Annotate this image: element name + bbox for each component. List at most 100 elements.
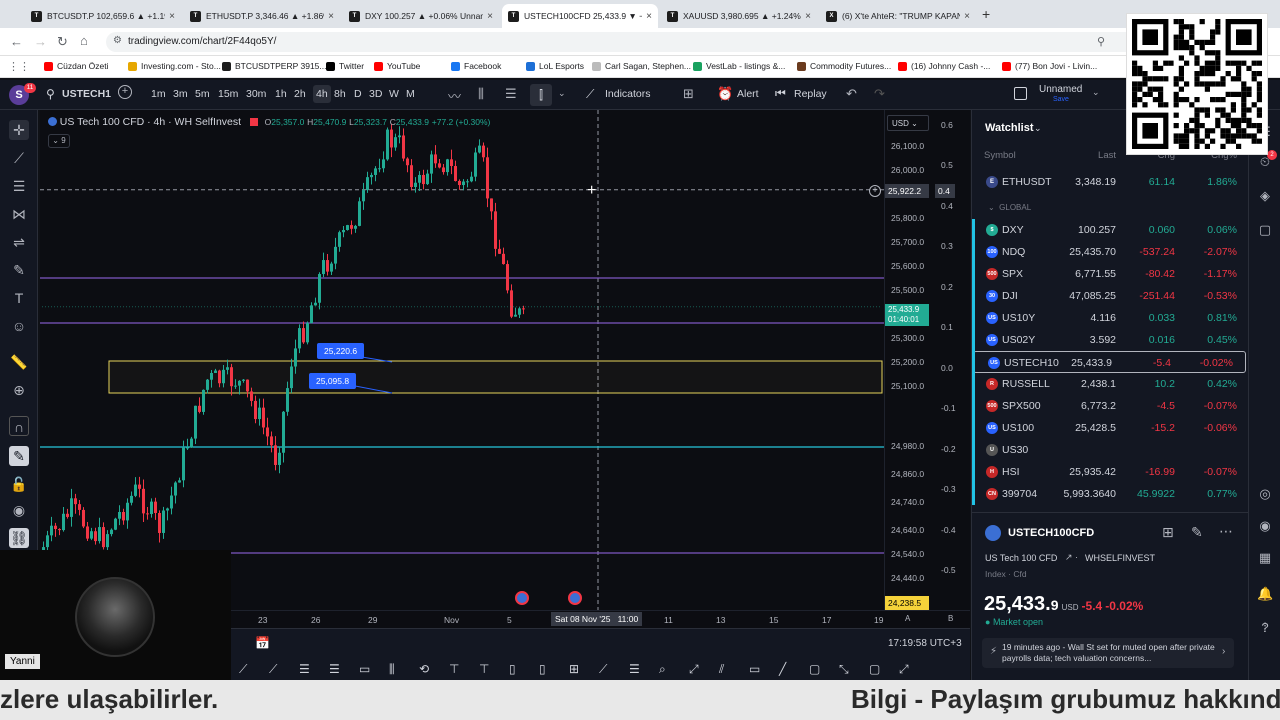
close-icon[interactable]: × [169, 11, 175, 22]
interval-4h[interactable]: 4h [313, 85, 331, 103]
bell-icon[interactable]: 🔔 [1257, 586, 1273, 602]
interval-5m[interactable]: 5m [195, 88, 210, 100]
browser-tab[interactable]: T DXY 100.257 ▲ +0.06% Unnam × [343, 4, 499, 28]
brush-icon[interactable]: ✎ [9, 260, 29, 280]
bookmark-item[interactable]: (16) Johnny Cash -... [898, 61, 990, 71]
close-icon[interactable]: × [964, 11, 970, 22]
zoom-in-icon[interactable]: ⊕ [9, 380, 29, 400]
calendar-icon[interactable]: ▦ [1257, 550, 1273, 566]
clock-label[interactable]: 17:19:58 UTC+3 [888, 638, 962, 649]
search-icon[interactable]: ⚲ [46, 87, 55, 101]
interval-2h[interactable]: 2h [294, 88, 306, 100]
ruler-icon[interactable]: 📏 [9, 352, 29, 372]
broadcast-icon[interactable]: ◉ [1257, 518, 1273, 534]
drawing-tool-icon[interactable]: ⌕ [659, 662, 666, 677]
bookmark-item[interactable]: VestLab - listings &... [693, 61, 785, 71]
go-to-date-icon[interactable]: 📅 [255, 636, 270, 650]
eye-icon[interactable]: ◉ [9, 500, 29, 520]
interval-8h[interactable]: 8h [334, 88, 346, 100]
projection-icon[interactable]: ⇌ [9, 232, 29, 252]
watchlist-row-russell[interactable]: R RUSSELL 2,438.1 10.2 0.42% [972, 373, 1249, 395]
chevron-right-icon[interactable]: › [1222, 646, 1225, 657]
home-icon[interactable]: ⌂ [80, 33, 88, 48]
layout-name[interactable]: Unnamed [1039, 84, 1082, 95]
drawing-tool-icon[interactable]: ▢ [809, 662, 820, 676]
target-icon[interactable]: ◎ [1257, 486, 1273, 502]
emoji-icon[interactable]: ☺ [9, 316, 29, 336]
close-icon[interactable]: × [805, 11, 811, 22]
watchlist-row-dxy[interactable]: $ DXY 100.257 0.060 0.06% [972, 219, 1249, 241]
bookmark-item[interactable]: Commodity Futures... [797, 61, 891, 71]
watchlist-row-spx[interactable]: 500 SPX 6,771.55 -80.42 -1.17% [972, 263, 1249, 285]
watchlist-row-dji[interactable]: 30 DJI 47,085.25 -251.44 -0.53% [972, 285, 1249, 307]
scale-b-icon[interactable]: B [948, 614, 953, 623]
col-symbol[interactable]: Symbol [984, 150, 1016, 161]
section-global[interactable]: ⌄ GLOBAL [988, 203, 1031, 212]
watchlist-row-spx500[interactable]: 500 SPX500 6,773.2 -4.5 -0.07% [972, 395, 1249, 417]
watchlist-row-ethusdt[interactable]: E ETHUSDT 3,348.19 61.14 1.86% [972, 171, 1249, 193]
drawing-tool-icon[interactable]: ▯ [509, 662, 516, 676]
forward-icon[interactable]: → [34, 34, 47, 49]
news-card[interactable]: ⚡ 19 minutes ago - Wall St set for muted… [982, 638, 1234, 668]
interval-D[interactable]: D [354, 88, 362, 100]
layout-save-label[interactable]: Save [1053, 96, 1069, 103]
browser-tab[interactable]: X (6) X'te AhteR: "TRUMP KAPAN × [820, 4, 976, 28]
drawing-tool-icon[interactable]: ⊞ [569, 662, 579, 676]
drawing-tool-icon[interactable]: ▢ [869, 662, 880, 676]
drawing-tool-icon[interactable]: ⟲ [419, 662, 429, 676]
layout-grid-icon[interactable]: ⊞ [683, 86, 694, 102]
watchlist-row-399704[interactable]: CN 399704 5,993.3640 45.9922 0.77% [972, 483, 1249, 505]
chevron-down-icon[interactable]: ⌄ [1034, 123, 1042, 134]
indicators-button[interactable]: Indicators [605, 88, 651, 100]
magnet-icon[interactable]: ∩ [9, 416, 29, 436]
apps-icon[interactable]: ⁞ [1257, 620, 1273, 636]
bookmark-item[interactable]: BTCUSDTPERP 3915... [222, 61, 327, 71]
drawing-tool-icon[interactable]: ╱ [779, 662, 786, 676]
site-info-icon[interactable]: ⚙ [113, 35, 122, 46]
drawing-tool-icon[interactable]: ▯ [539, 662, 546, 676]
interval-3m[interactable]: 3m [173, 88, 188, 100]
watchlist-row-us30[interactable]: U US30 [972, 439, 1249, 461]
watchlist-row-ustech10[interactable]: US USTECH10 25,433.9 -5.4 -0.02% [973, 351, 1246, 373]
drawing-tool-icon[interactable]: ⊤ [479, 662, 489, 676]
drawing-tool-icon[interactable]: ⤡ [839, 662, 849, 677]
drawing-tool-icon[interactable]: ⟋ [239, 662, 247, 677]
browser-tab[interactable]: T USTECH100CFD 25,433.9 ▼ −0 × [502, 4, 658, 28]
chevron-down-icon[interactable]: ⌄ [1092, 87, 1100, 98]
currency-select[interactable]: USD ⌄ [887, 115, 929, 131]
chart-type-active-icon[interactable]: ⫿ [530, 84, 552, 106]
link-icon[interactable]: ⛓ [9, 528, 29, 548]
interval-M[interactable]: M [406, 88, 415, 100]
drawing-tool-icon[interactable]: ⤢ [689, 662, 699, 677]
line-chart-icon[interactable]: 〰 [448, 86, 461, 105]
replay-button[interactable]: Replay [794, 88, 827, 100]
watchlist-row-us02y[interactable]: US US02Y 3.592 0.016 0.45% [972, 329, 1249, 351]
trend-line-icon[interactable]: ⟋ [9, 148, 29, 168]
bar-chart-icon[interactable]: ⫼ [478, 86, 484, 102]
interval-1h[interactable]: 1h [275, 88, 287, 100]
chat-icon[interactable]: ▢ [1257, 222, 1273, 238]
watchlist-title[interactable]: Watchlist [985, 122, 1034, 134]
pattern-icon[interactable]: ⋈ [9, 204, 29, 224]
interval-1m[interactable]: 1m [151, 88, 166, 100]
label-upper-zone[interactable]: 25,220.6 [317, 343, 365, 359]
back-icon[interactable]: ← [10, 34, 23, 49]
bookmark-item[interactable]: LoL Esports [526, 61, 584, 71]
drawing-tool-icon[interactable]: ⤢ [899, 662, 909, 677]
chart-title[interactable]: US Tech 100 CFD · 4h · WH SelfInvest [60, 116, 241, 128]
browser-tab[interactable]: T XAUUSD 3,980.695 ▲ +1.24% U × [661, 4, 817, 28]
interval-3D[interactable]: 3D [369, 88, 382, 100]
symbol-search[interactable]: USTECH1 [62, 88, 111, 100]
drawing-tool-icon[interactable]: ⫼ [389, 662, 395, 677]
chart-canvas[interactable] [40, 110, 884, 610]
interval-30m[interactable]: 30m [246, 88, 266, 100]
event-flag-icon[interactable] [568, 591, 582, 605]
event-flag-icon[interactable] [515, 591, 529, 605]
drawing-tool-icon[interactable]: ☰ [329, 662, 340, 676]
external-link-icon[interactable]: ↗ · [1065, 552, 1078, 563]
drawing-tool-icon[interactable]: ⟋ [599, 662, 607, 677]
redo-icon[interactable]: ↷ [874, 86, 885, 102]
drawing-tool-icon[interactable]: ☰ [299, 662, 310, 676]
bookmark-item[interactable]: YouTube [374, 61, 420, 71]
drawing-tool-icon[interactable]: ☰ [629, 662, 640, 676]
